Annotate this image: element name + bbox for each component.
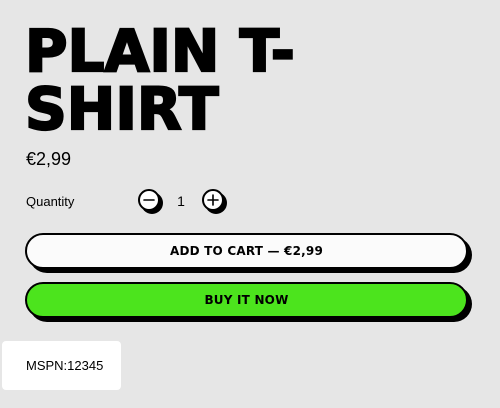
quantity-value[interactable]: 1	[174, 193, 188, 210]
product-title: PLAIN T-SHIRT	[24, 17, 296, 143]
sku-text: MSPN:12345	[26, 358, 104, 373]
quantity-increment-button[interactable]	[202, 189, 224, 211]
quantity-label: Quantity	[26, 194, 75, 209]
product-price: €2,99	[26, 149, 72, 169]
sku-panel: MSPN:12345	[2, 341, 121, 390]
quantity-decrement-button[interactable]	[138, 189, 160, 211]
plus-icon	[207, 194, 219, 206]
product-page: PLAIN T-SHIRT €2,99 Quantity 1 ADD TO CA…	[0, 0, 500, 408]
minus-icon	[143, 194, 155, 206]
add-to-cart-button[interactable]: ADD TO CART — €2,99	[25, 233, 468, 269]
buy-it-now-button[interactable]: BUY IT NOW	[25, 282, 468, 318]
